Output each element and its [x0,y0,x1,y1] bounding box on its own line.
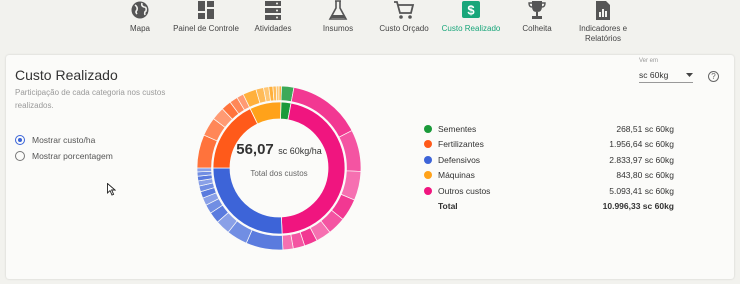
legend-dot [424,186,432,195]
donut-outer-slice[interactable] [278,85,282,101]
legend-value: 843,80 sc 60kg [616,170,674,181]
nav-item-indicadores-e-relatorios[interactable]: Indicadores e Relatórios [563,0,643,44]
legend-value: 2.833,97 sc 60kg [609,154,674,165]
caret-down-icon [686,72,693,77]
donut-outer-slice[interactable] [275,85,280,101]
dollar-icon: $ [462,1,480,18]
ver-em-label: Ver em [639,58,659,64]
nav-label: Custo Orçado [379,24,429,33]
legend-value: 1.956,64 sc 60kg [609,139,674,150]
legend-name: Defensivos [438,154,481,165]
legend-value: 268,51 sc 60kg [616,123,674,134]
trophy-icon [528,1,546,19]
custo-realizado-card: Custo Realizado Participação de cada cat… [6,55,734,279]
legend-name: Sementes [438,123,477,134]
legend-value: 5.093,41 sc 60kg [609,185,674,196]
cost-legend: Sementes 268,51 sc 60kg Fertilizantes 1.… [424,121,674,214]
nav-label: Mapa [129,24,150,33]
dashboard-icon [198,1,214,19]
donut-center-value: 56,07 sc 60kg/ha [196,141,362,159]
unit-select-value: sc 60kg [639,70,669,80]
center-number: 56,07 [236,141,274,158]
help-icon[interactable]: ? [708,71,719,82]
option-label: Mostrar porcentagem [32,151,113,161]
total-value: 10.996,33 sc 60kg [602,201,674,212]
donut-svg [196,85,362,251]
nav-label: Painel de Controle [173,24,239,33]
legend-name: Fertilizantes [438,139,484,150]
legend-dot [424,171,432,180]
legend-name: Outros custos [438,185,491,196]
legend-dot [424,124,432,133]
donut-center-label: Total dos custos [250,169,308,178]
mouse-pointer-icon [107,183,116,196]
card-title: Custo Realizado [15,67,118,83]
legend-row-sementes[interactable]: Sementes 268,51 sc 60kg [424,121,674,137]
legend-row-fertilizantes[interactable]: Fertilizantes 1.956,64 sc 60kg [424,137,674,153]
total-label: Total [438,201,458,212]
unit-select[interactable]: sc 60kg [639,68,693,83]
globe-icon [131,1,149,19]
legend-row-maquinas[interactable]: Máquinas 843,80 sc 60kg [424,168,674,184]
cart-icon [394,1,415,19]
legend-row-total: Total 10.996,33 sc 60kg [424,199,674,215]
legend-row-defensivos[interactable]: Defensivos 2.833,97 sc 60kg [424,152,674,168]
nav-label: Insumos [322,24,354,33]
radio-selected-icon[interactable] [15,135,25,145]
nav-label: Custo Realizado [441,24,501,33]
svg-text:$: $ [467,3,475,18]
legend-row-outros-custos[interactable]: Outros custos 5.093,41 sc 60kg [424,183,674,199]
legend-name: Máquinas [438,170,475,181]
option-porcentagem[interactable]: Mostrar porcentagem [15,151,113,161]
option-custo-ha[interactable]: Mostrar custo/ha [15,135,95,145]
option-label: Mostrar custo/ha [32,135,96,145]
center-unit: sc 60kg/ha [278,146,322,156]
tasks-icon [265,1,281,20]
sunburst-donut-chart: 56,07 sc 60kg/ha Total dos custos [196,85,362,251]
card-subtitle: Participação de cada categoria nos custo… [15,88,166,110]
nav-label: Atividades [254,24,292,33]
legend-dot [424,155,432,164]
nav-label: Colheita [522,24,552,33]
report-icon [596,1,610,20]
nav-label: Indicadores e Relatórios [578,24,628,43]
radio-unselected-icon[interactable] [15,151,25,161]
flask-icon [328,0,348,20]
legend-dot [424,140,432,149]
top-navigation: Mapa Painel de Controle Atividades Insum… [0,0,740,50]
